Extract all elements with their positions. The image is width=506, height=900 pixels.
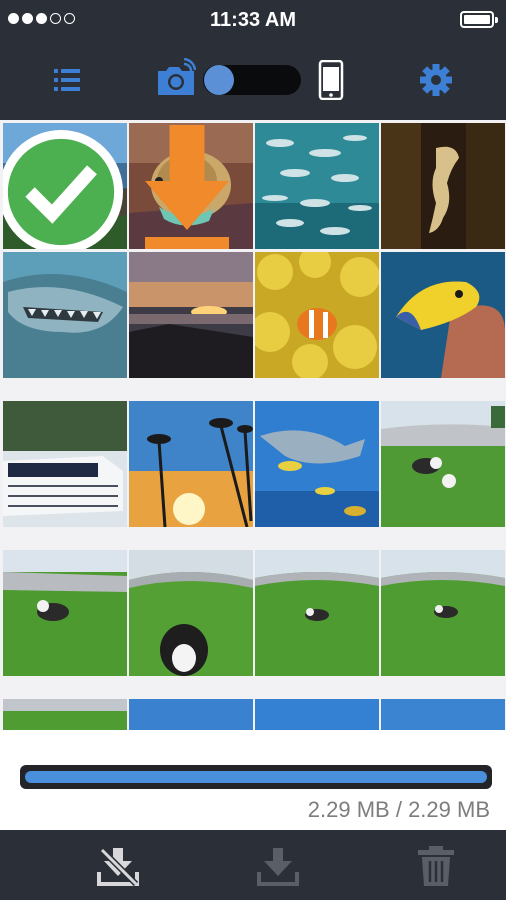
progress-size-label: 2.29 MB / 2.29 MB (307, 797, 490, 822)
photo-thumbnail[interactable] (3, 401, 127, 527)
phone-icon (318, 59, 344, 101)
download-cancel-icon (97, 847, 139, 887)
wifi-camera-icon (158, 57, 197, 95)
photo-thumbnail[interactable] (129, 550, 253, 676)
photo-grid (0, 120, 506, 730)
photo-thumbnail[interactable] (129, 699, 253, 730)
source-toggle-switch[interactable] (203, 65, 301, 95)
photo-thumbnail[interactable] (3, 550, 127, 676)
bottom-action-bar (0, 830, 506, 900)
status-time: 11:33 AM (210, 9, 296, 31)
downloading-arrow-icon (145, 125, 229, 249)
toggle-knob[interactable] (204, 65, 234, 95)
photo-thumbnail[interactable] (381, 550, 505, 676)
photo-thumbnail[interactable] (381, 252, 505, 378)
downloaded-check-icon (3, 130, 123, 249)
camera-mode-button[interactable] (156, 57, 197, 98)
photo-thumbnail[interactable] (129, 401, 253, 527)
list-view-button[interactable] (52, 65, 82, 95)
progress-bar-fill (25, 771, 487, 783)
photo-thumbnail[interactable] (3, 123, 127, 249)
photo-thumbnail[interactable] (3, 699, 127, 730)
status-bar: 11:33 AM (0, 0, 506, 40)
phone-mode-button[interactable] (318, 59, 344, 101)
photo-thumbnail[interactable] (129, 123, 253, 249)
transfer-progress-panel: 2.29 MB / 2.29 MB (0, 730, 506, 830)
battery-icon (460, 11, 498, 28)
settings-button[interactable] (419, 63, 453, 97)
trash-icon (418, 846, 454, 886)
top-toolbar (0, 40, 506, 120)
progress-bar (20, 765, 492, 789)
download-icon (257, 848, 299, 886)
cancel-download-button[interactable] (96, 844, 140, 888)
photo-thumbnail[interactable] (255, 699, 379, 730)
photo-thumbnail[interactable] (129, 252, 253, 378)
photo-thumbnail[interactable] (381, 401, 505, 527)
photo-thumbnail[interactable] (255, 401, 379, 527)
download-button[interactable] (256, 844, 300, 888)
delete-button[interactable] (414, 844, 458, 888)
photo-thumbnail[interactable] (255, 550, 379, 676)
photo-thumbnail[interactable] (381, 699, 505, 730)
list-icon (54, 69, 80, 91)
photo-thumbnail[interactable] (3, 252, 127, 378)
gear-icon (420, 64, 452, 96)
photo-thumbnail[interactable] (381, 123, 505, 249)
photo-thumbnail[interactable] (255, 123, 379, 249)
photo-thumbnail[interactable] (255, 252, 379, 378)
